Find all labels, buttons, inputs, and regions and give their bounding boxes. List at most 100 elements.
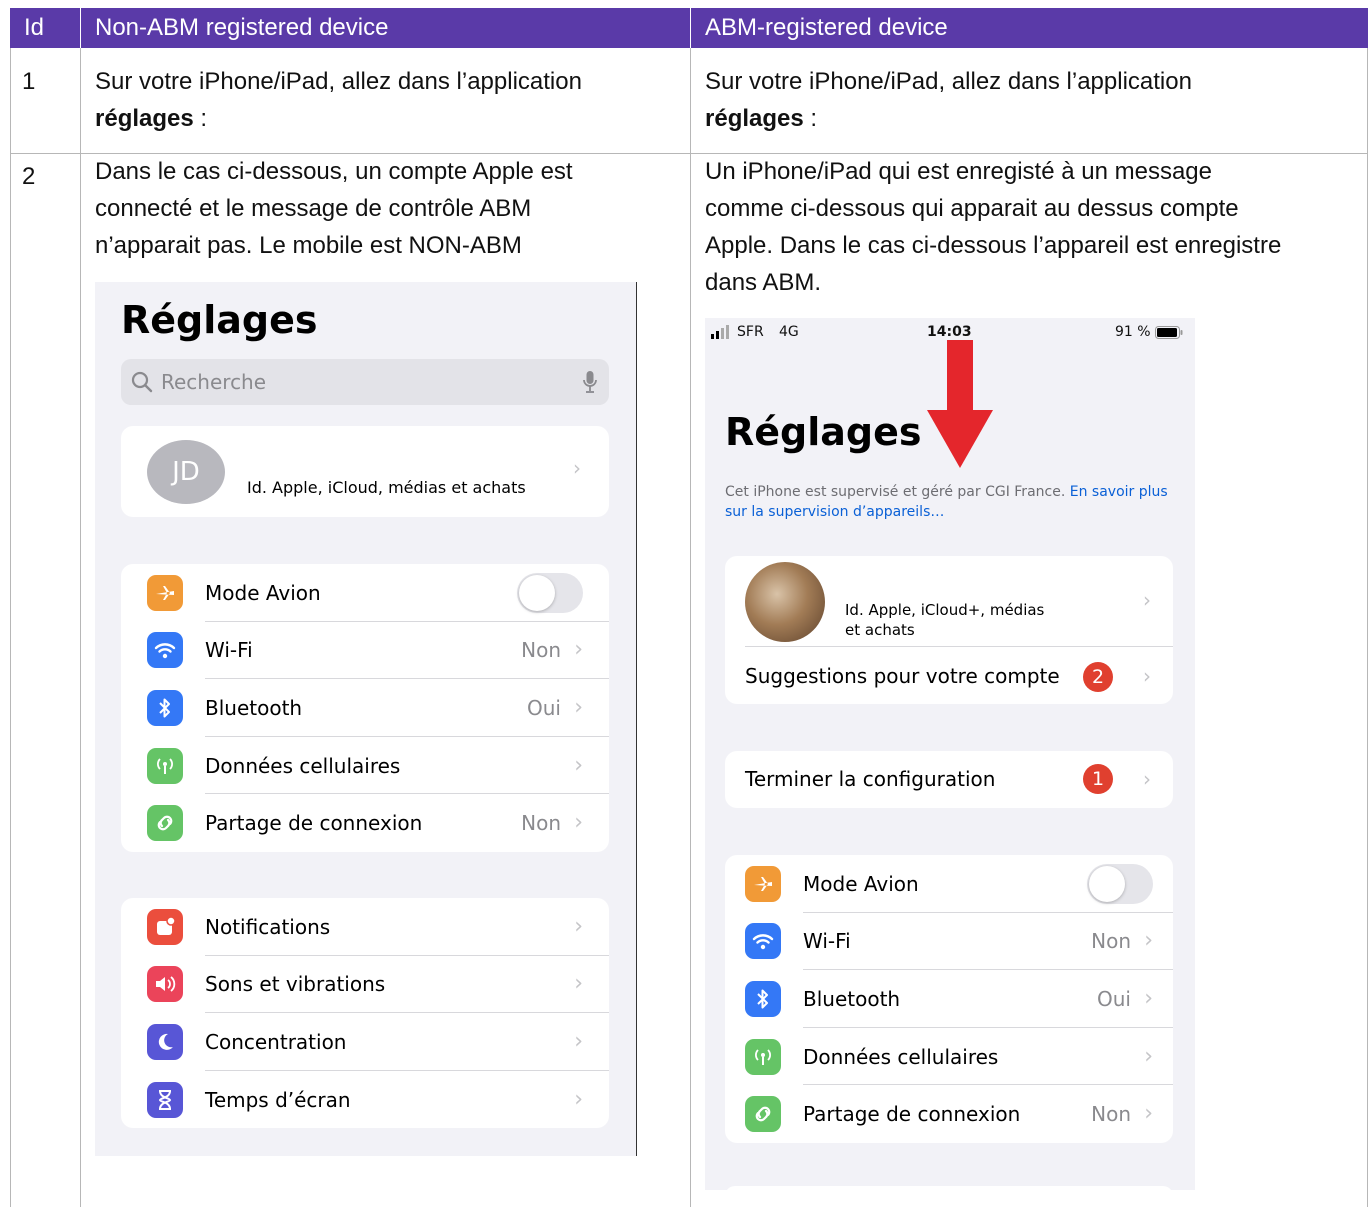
row-2-abm-text: Un iPhone/iPad qui est enregisté à un me… [705,153,1365,301]
apple-id-label-line: Id. Apple, iCloud+, médias [845,601,1045,619]
hotspot-icon [745,1096,781,1133]
header-non-abm: Non-ABM registered device [81,8,690,48]
chevron-right-icon: › [1144,985,1153,1011]
notifications-group: Notifications › Sons et vibrations › Concent… [121,898,609,1128]
apple-id-label-line: et achats [845,621,915,639]
text-line: connecté et le message de contrôle ABM [95,195,532,222]
apple-id-label: Id. Apple, iCloud, médias et achats [247,478,526,497]
chevron-right-icon: › [1143,664,1151,688]
settings-row-label: Notifications [205,914,331,939]
chevron-right-icon: › [574,971,583,997]
settings-row-label: Mode Avion [803,871,919,896]
row-2-non-abm-text: Dans le cas ci-dessous, un compte Apple … [95,153,685,264]
clock-label: 14:03 [927,324,972,340]
finish-setup-label: Terminer la configuration [745,767,996,791]
settings-row-value: Oui [1097,986,1131,1011]
focus-icon [147,1023,183,1060]
chevron-right-icon: › [1143,767,1151,791]
settings-row-airplane[interactable]: Mode Avion [725,855,1173,913]
settings-row-label: Bluetooth [205,695,303,720]
settings-row-sounds[interactable]: Sons et vibrations › [121,956,609,1014]
settings-title: Réglages [725,410,922,454]
chevron-right-icon: › [1143,588,1151,612]
grid-line [690,48,691,1207]
text-line: dans ABM. [705,269,822,296]
chevron-right-icon: › [1144,1043,1153,1069]
connectivity-group: Mode Avion Wi-Fi Non › Bluetooth Oui › Données … [725,855,1173,1143]
header-id: Id [10,8,80,48]
finish-setup-card[interactable]: Terminer la configuration 1 › [725,751,1173,808]
apple-id-card[interactable]: Id. Apple, iCloud+, médias et achats › S… [725,556,1173,704]
settings-row-value: Non [1091,1102,1131,1127]
avatar [745,562,825,642]
chevron-right-icon: › [574,810,583,836]
microphone-icon[interactable] [583,370,597,394]
settings-row-label: Temps d’écran [205,1087,351,1112]
battery-percent-label: 91 % [1115,324,1151,340]
settings-row-value: Oui [527,695,561,720]
row-1-non-abm-bold: réglages [95,105,194,132]
search-placeholder: Recherche [161,370,267,394]
settings-row-cellular[interactable]: Données cellulaires › [725,1028,1173,1086]
cellular-icon [745,1038,781,1075]
settings-row-airplane[interactable]: Mode Avion [121,564,609,622]
notifications-icon [147,908,183,945]
row-1-non-abm-suffix: : [193,105,208,132]
settings-row-bluetooth[interactable]: Bluetooth Oui › [121,679,609,737]
supervision-link-part: En [1069,484,1088,500]
search-icon [131,371,153,393]
settings-row-wifi[interactable]: Wi-Fi Non › [725,913,1173,971]
airplane-icon [745,865,781,902]
settings-row-label: Bluetooth [803,986,901,1011]
abm-settings-screenshot: SFR 4G 14:03 91 % Réglages Cet iPhone es… [705,318,1195,1190]
screenshot-border [636,282,637,1156]
settings-row-cellular[interactable]: Données cellulaires › [121,737,609,795]
row-1-non-abm-text: Sur votre iPhone/iPad, allez dans l’appl… [95,63,685,137]
bluetooth-icon [147,689,183,726]
settings-row-bluetooth[interactable]: Bluetooth Oui › [725,970,1173,1028]
connectivity-group: Mode Avion Wi-Fi Non › Bluetooth Oui › Données … [121,564,609,852]
row-1-id: 1 [22,68,36,95]
carrier-label: SFR [737,324,764,340]
settings-row-hotspot[interactable]: Partage de connexion Non › [121,794,609,852]
row-1-abm-line1: Sur votre iPhone/iPad, allez dans l’appl… [705,68,1192,95]
settings-row-focus[interactable]: Concentration › [121,1013,609,1071]
airplane-mode-toggle[interactable] [517,572,583,613]
settings-row-label: Sons et vibrations [205,972,386,997]
chevron-right-icon: › [574,913,583,939]
non-abm-settings-screenshot: Réglages Recherche JD Id. Apple, iCloud,… [95,282,637,1156]
settings-row-wifi[interactable]: Wi-Fi Non › [121,622,609,680]
search-input[interactable]: Recherche [121,359,609,405]
row-1-abm-text: Sur votre iPhone/iPad, allez dans l’appl… [705,63,1355,137]
airplane-mode-toggle[interactable] [1087,863,1153,904]
settings-row-label: Données cellulaires [803,1044,999,1069]
text-line: Apple. Dans le cas ci-dessous l’appareil… [705,232,1282,259]
grid-line [1367,48,1368,1207]
chevron-right-icon: › [574,694,583,720]
apple-id-label: Id. Apple, iCloud+, médias et achats [845,600,1044,640]
settings-row-value: Non [1091,929,1131,954]
grid-line [80,48,81,1207]
chevron-right-icon: › [573,456,581,480]
row-separator [745,646,1173,647]
settings-row-label: Données cellulaires [205,753,401,778]
settings-row-value: Non [521,811,561,836]
airplane-icon [147,574,183,611]
hotspot-icon [147,805,183,842]
avatar: JD [147,440,225,504]
apple-id-card[interactable]: JD Id. Apple, iCloud, médias et achats › [121,426,609,517]
wifi-icon [147,632,183,669]
settings-row-label: Mode Avion [205,580,321,605]
settings-row-notifications[interactable]: Notifications › [121,898,609,956]
grid-line [10,48,11,1207]
text-line: comme ci-dessous qui apparait au dessus … [705,195,1239,222]
cellular-icon [147,747,183,784]
suggestions-badge: 2 [1083,662,1113,692]
settings-row-hourglass[interactable]: Temps d’écran › [121,1071,609,1129]
settings-row-value: Non [521,638,561,663]
settings-row-hotspot[interactable]: Partage de connexion Non › [725,1085,1173,1143]
text-line: Dans le cas ci-dessous, un compte Apple … [95,158,573,185]
chevron-right-icon: › [1144,928,1153,954]
chevron-right-icon: › [574,752,583,778]
suggestions-label[interactable]: Suggestions pour votre compte [745,664,1060,688]
